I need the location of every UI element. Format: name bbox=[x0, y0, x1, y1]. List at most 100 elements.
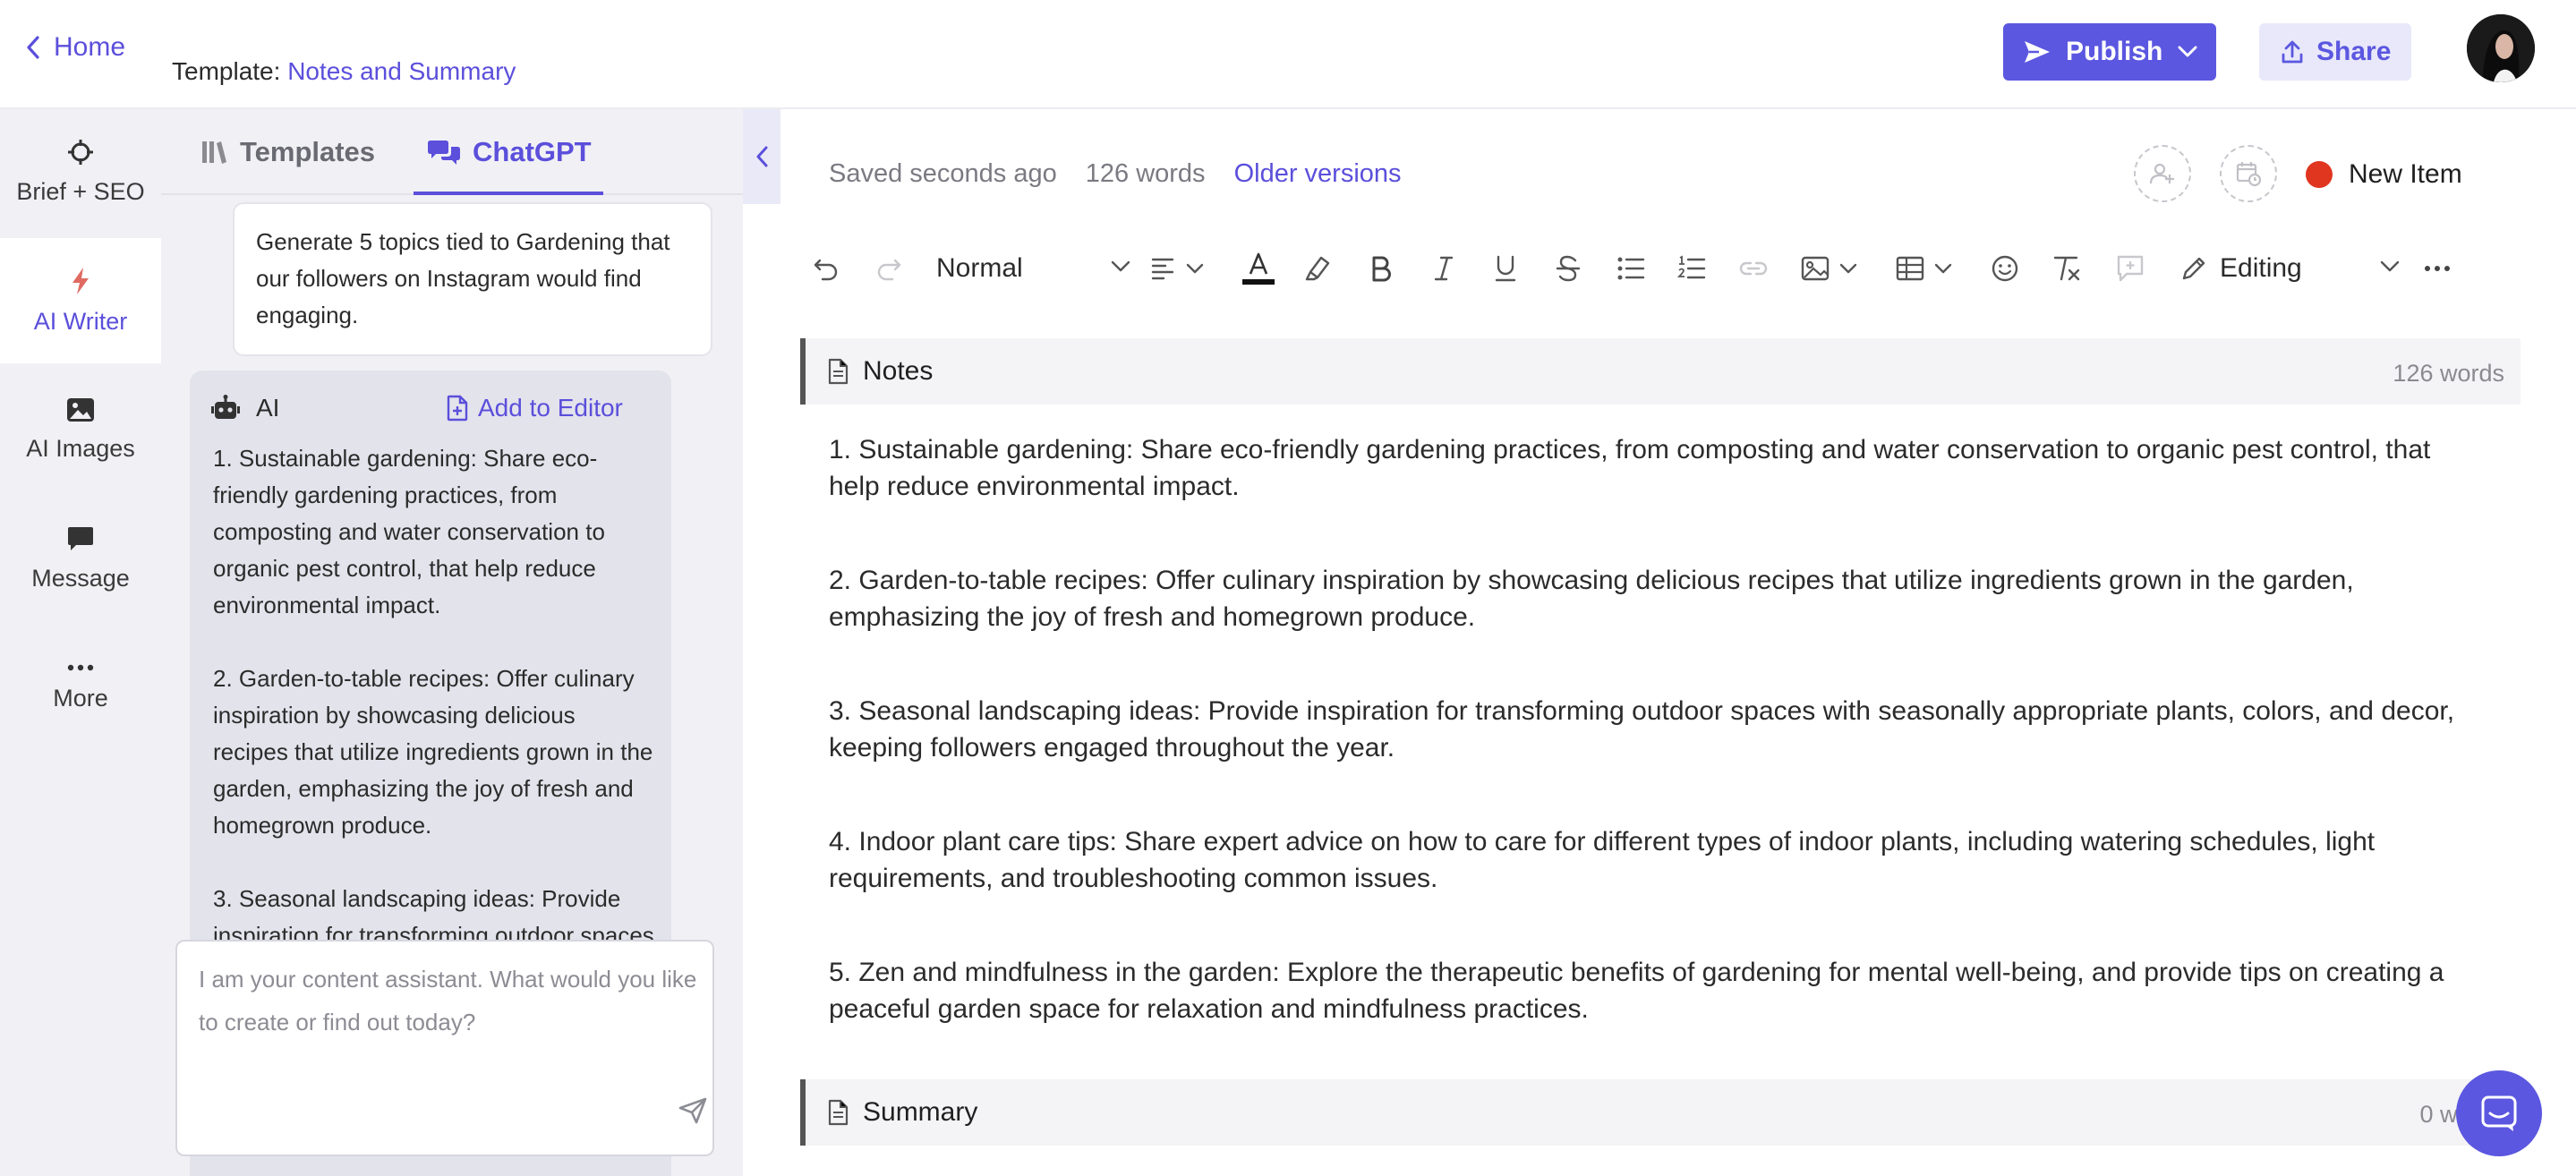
home-link[interactable]: Home bbox=[25, 32, 125, 63]
word-count: 126 words bbox=[1085, 159, 1206, 188]
clear-format-button[interactable] bbox=[2051, 251, 2082, 286]
section-title: Notes bbox=[827, 356, 933, 387]
emoji-button[interactable] bbox=[1991, 251, 2019, 286]
notes-content[interactable]: 1. Sustainable gardening: Share eco-frie… bbox=[829, 431, 2485, 1027]
chevron-down-icon bbox=[1185, 262, 1205, 275]
add-to-editor-button[interactable]: Add to Editor bbox=[446, 394, 623, 422]
older-versions-link[interactable]: Older versions bbox=[1234, 159, 1402, 189]
comment-add-icon bbox=[2116, 255, 2145, 282]
bolt-icon bbox=[71, 267, 90, 295]
section-title: Summary bbox=[827, 1097, 977, 1128]
status-dot bbox=[2306, 161, 2333, 188]
redo-button[interactable] bbox=[875, 251, 902, 286]
schedule-button[interactable] bbox=[2220, 145, 2277, 202]
chat-panel: Templates ChatGPT Generate 5 topics tied… bbox=[161, 109, 743, 1176]
chat-bubble-icon bbox=[2479, 1094, 2519, 1133]
redo-icon bbox=[875, 255, 902, 282]
clear-format-icon bbox=[2051, 254, 2082, 283]
bold-icon bbox=[1369, 255, 1393, 282]
rail-label-ai-images: AI Images bbox=[26, 434, 135, 462]
comment-button[interactable] bbox=[2116, 251, 2145, 286]
more-icon bbox=[67, 663, 94, 672]
user-avatar[interactable] bbox=[2467, 14, 2535, 82]
bullet-list-button[interactable] bbox=[1616, 251, 1645, 286]
document-meta: Saved seconds ago 126 words Older versio… bbox=[829, 159, 1402, 189]
more-options-button[interactable] bbox=[2424, 251, 2451, 286]
rail-item-more[interactable]: More bbox=[0, 625, 161, 750]
crosshair-icon bbox=[67, 139, 94, 166]
publish-button[interactable]: Publish bbox=[2003, 23, 2216, 81]
strikethrough-icon bbox=[1556, 254, 1581, 283]
insert-table-select[interactable] bbox=[1896, 251, 1953, 286]
align-select[interactable] bbox=[1151, 251, 1205, 286]
undo-icon bbox=[813, 255, 840, 282]
ai-label: AI bbox=[256, 394, 280, 422]
template-name[interactable]: Notes and Summary bbox=[287, 57, 516, 85]
share-button[interactable]: Share bbox=[2259, 23, 2411, 81]
editing-mode-select[interactable]: Editing bbox=[2180, 251, 2401, 286]
upload-icon bbox=[2281, 39, 2304, 64]
text-color-button[interactable] bbox=[1241, 251, 1276, 286]
notes-section-header[interactable]: Notes 126 words bbox=[800, 338, 2521, 405]
top-header: Home Template: Notes and Summary Publish… bbox=[0, 0, 2576, 109]
strikethrough-button[interactable] bbox=[1556, 251, 1581, 286]
text-style-select[interactable]: Normal bbox=[936, 251, 1131, 286]
chevron-down-icon bbox=[1110, 260, 1131, 274]
underline-button[interactable] bbox=[1493, 251, 1518, 286]
template-indicator: Template: Notes and Summary bbox=[172, 57, 516, 86]
support-chat-button[interactable] bbox=[2456, 1070, 2542, 1156]
summary-section-header[interactable]: Summary 0 words bbox=[800, 1079, 2521, 1146]
send-icon bbox=[2023, 39, 2051, 64]
image-icon bbox=[1801, 256, 1830, 281]
chat-composer-input[interactable]: I am your content assistant. What would … bbox=[175, 940, 714, 1156]
image-icon bbox=[66, 397, 95, 422]
user-prompt-bubble: Generate 5 topics tied to Gardening that… bbox=[233, 202, 712, 356]
chevron-down-icon bbox=[2177, 45, 2198, 59]
editor-toolbar: Normal Editing bbox=[811, 242, 2458, 295]
tab-templates[interactable]: Templates bbox=[200, 136, 375, 168]
italic-button[interactable] bbox=[1432, 251, 1455, 286]
italic-icon bbox=[1432, 255, 1455, 282]
highlight-button[interactable] bbox=[1303, 251, 1334, 286]
bullet-list-icon bbox=[1616, 256, 1645, 281]
ai-response-header: AI bbox=[211, 394, 279, 422]
rail-item-message[interactable]: Message bbox=[0, 496, 161, 621]
tab-templates-label: Templates bbox=[240, 136, 376, 167]
chevron-left-icon bbox=[755, 145, 769, 168]
insert-image-select[interactable] bbox=[1801, 251, 1858, 286]
notes-paragraph: 5. Zen and mindfulness in the garden: Ex… bbox=[829, 958, 2444, 1024]
collapse-panel-button[interactable] bbox=[743, 109, 780, 204]
message-icon bbox=[67, 525, 94, 552]
left-rail: Brief + SEO AI Writer AI Images Message … bbox=[0, 109, 161, 1176]
link-button[interactable] bbox=[1738, 251, 1769, 286]
bold-button[interactable] bbox=[1369, 251, 1393, 286]
assign-user-button[interactable] bbox=[2134, 145, 2191, 202]
numbered-list-button[interactable] bbox=[1677, 251, 1706, 286]
notes-title: Notes bbox=[863, 356, 934, 386]
ai-response-item: 2. Garden-to-table recipes: Offer culina… bbox=[213, 665, 653, 839]
composer-placeholder: I am your content assistant. What would … bbox=[199, 966, 697, 1035]
undo-button[interactable] bbox=[813, 251, 840, 286]
rail-label-ai-writer: AI Writer bbox=[33, 307, 128, 335]
library-icon bbox=[200, 139, 227, 166]
chevron-down-icon bbox=[1838, 262, 1858, 275]
document-icon bbox=[827, 358, 849, 385]
add-user-icon bbox=[2149, 160, 2176, 187]
rail-item-ai-writer[interactable]: AI Writer bbox=[0, 238, 161, 363]
status-selector[interactable]: New Item bbox=[2306, 159, 2462, 190]
robot-icon bbox=[211, 395, 240, 422]
send-message-icon[interactable] bbox=[678, 1097, 707, 1124]
more-horizontal-icon bbox=[2424, 264, 2451, 273]
notes-paragraph: 2. Garden-to-table recipes: Offer culina… bbox=[829, 566, 2354, 632]
template-prefix: Template: bbox=[172, 57, 281, 85]
notes-word-count: 126 words bbox=[2393, 360, 2504, 387]
tab-chatgpt[interactable]: ChatGPT bbox=[428, 136, 592, 168]
rail-item-ai-images[interactable]: AI Images bbox=[0, 367, 161, 492]
link-icon bbox=[1738, 258, 1769, 279]
underline-icon bbox=[1493, 254, 1518, 283]
file-add-icon bbox=[446, 395, 469, 422]
chevron-down-icon bbox=[2379, 260, 2401, 274]
rail-item-brief-seo[interactable]: Brief + SEO bbox=[0, 109, 161, 234]
publish-label: Publish bbox=[2066, 37, 2163, 66]
active-tab-indicator bbox=[414, 192, 603, 195]
